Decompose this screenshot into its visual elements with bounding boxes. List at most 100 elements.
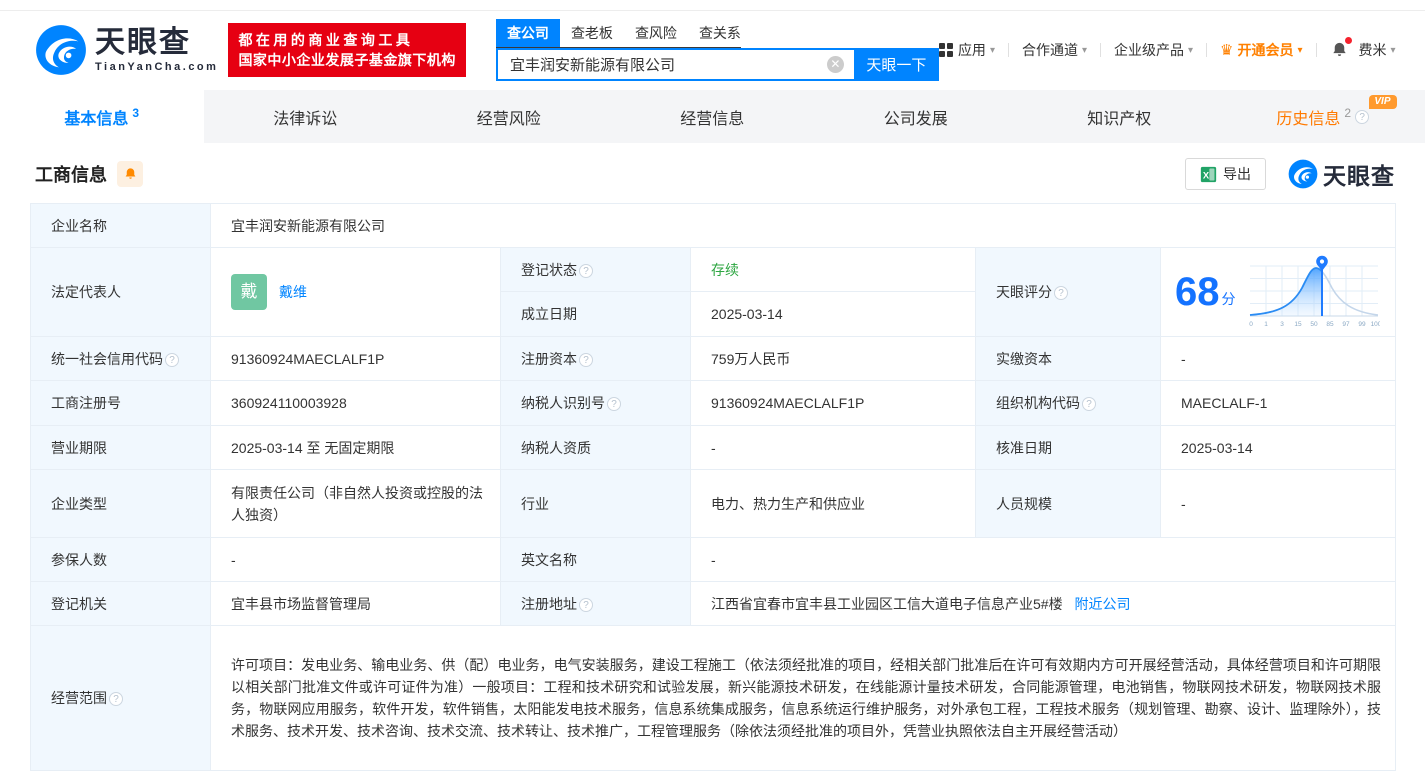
help-icon[interactable]: ? — [579, 597, 593, 612]
help-icon[interactable]: ? — [579, 263, 593, 278]
nav-user-menu[interactable]: 费米 ▾ — [1359, 40, 1396, 60]
score-cell: 68 分 0 1 3 15 50 85 97 99 100 — [1159, 247, 1397, 337]
est-date-value: 2025-03-14 — [690, 291, 976, 337]
crown-icon: ♛ — [1220, 41, 1234, 59]
tianyancha-logo-icon — [36, 25, 86, 75]
nearby-companies-link[interactable]: 附近公司 — [1074, 596, 1130, 612]
reg-status-label: 登记状态? — [500, 247, 691, 292]
help-icon[interactable]: ? — [579, 352, 593, 367]
apps-grid-icon — [938, 43, 953, 57]
top-divider — [0, 10, 1425, 11]
search-tab-boss[interactable]: 查老板 — [560, 19, 624, 47]
svg-text:85: 85 — [1326, 321, 1334, 328]
search-button[interactable]: 天眼一下 — [853, 48, 939, 81]
slogan-line1: 都在用的商业查询工具 — [238, 32, 414, 48]
tab-operation-info[interactable]: 经营信息 — [611, 90, 815, 143]
legal-rep-name-link[interactable]: 戴维 — [279, 281, 307, 303]
reg-number-value: 360924110003928 — [210, 380, 501, 426]
reg-capital-value: 759万人民币 — [690, 336, 976, 381]
tab-operation-risk[interactable]: 经营风险 — [407, 90, 611, 143]
taxpayer-id-label: 纳税人识别号? — [500, 380, 691, 426]
tab-history-info[interactable]: VIP 历史信息 2 ? — [1221, 90, 1425, 143]
tab-company-development[interactable]: 公司发展 — [814, 90, 1018, 143]
business-scope-value: 许可项目：发电业务、输电业务、供（配）电业务，电气安装服务，建设工程施工（依法须… — [209, 625, 1397, 771]
help-icon[interactable]: ? — [109, 692, 123, 706]
help-icon[interactable]: ? — [1355, 109, 1370, 124]
tianyancha-logo[interactable]: 天眼查 TianYanCha.com — [35, 24, 218, 76]
reg-capital-label: 注册资本? — [500, 336, 691, 381]
help-icon[interactable]: ? — [1054, 286, 1068, 300]
nav-divider — [1315, 43, 1317, 57]
help-icon[interactable]: ? — [165, 352, 179, 367]
org-code-value: MAECLALF-1 — [1159, 380, 1397, 426]
tab-basic-info-label: 基本信息 — [64, 110, 129, 128]
nav-enterprise-products[interactable]: 企业级产品 ▾ — [1114, 40, 1193, 60]
svg-text:3: 3 — [1280, 321, 1284, 328]
org-code-label: 组织机构代码? — [975, 380, 1161, 426]
svg-text:99: 99 — [1358, 321, 1366, 328]
business-info-table: 企业名称 宜丰润安新能源有限公司 法定代表人 戴 戴维 登记状态? 存续 天眼评… — [0, 203, 1425, 771]
logo-subtitle: TianYanCha.com — [95, 60, 219, 73]
search-tab-risk[interactable]: 查风险 — [624, 19, 688, 47]
reg-status-value: 存续 — [690, 247, 976, 292]
company-name-value: 宜丰润安新能源有限公司 — [209, 203, 1397, 248]
tab-intellectual-property[interactable]: 知识产权 — [1018, 90, 1222, 143]
nav-enterprise-label: 企业级产品 — [1114, 42, 1184, 58]
address-label: 注册地址? — [500, 581, 691, 626]
est-date-label: 成立日期 — [500, 291, 691, 337]
reg-authority-value: 宜丰县市场监督管理局 — [210, 581, 501, 626]
export-button[interactable]: X 导出 — [1185, 158, 1266, 190]
watermark-text: 天眼查 — [1323, 163, 1395, 189]
nav-open-vip[interactable]: ♛ 开通会员 ▾ — [1220, 40, 1302, 60]
legal-rep-cell: 戴 戴维 — [210, 247, 501, 337]
tianyancha-logo-icon — [1288, 159, 1318, 189]
nav-partner-channel[interactable]: 合作通道 ▾ — [1022, 40, 1087, 60]
legal-rep-avatar[interactable]: 戴 — [231, 274, 267, 310]
top-header: 天眼查 TianYanCha.com 都在用的商业查询工具 国家中小企业发展子基… — [0, 0, 1425, 90]
help-icon[interactable]: ? — [607, 397, 621, 411]
approval-date-label: 核准日期 — [975, 425, 1161, 470]
taxpayer-quality-value: - — [690, 425, 976, 470]
vip-badge: VIP — [1369, 95, 1397, 109]
excel-icon: X — [1200, 166, 1217, 182]
section-title: 工商信息 — [35, 165, 107, 185]
nav-apps-label: 应用 — [957, 42, 986, 58]
tab-legal-litigation[interactable]: 法律诉讼 — [204, 90, 408, 143]
industry-value: 电力、热力生产和供应业 — [690, 469, 976, 538]
taxpayer-id-value: 91360924MAECLALF1P — [690, 380, 976, 426]
nav-apps[interactable]: 应用 ▾ — [938, 40, 995, 60]
search-input[interactable] — [495, 48, 854, 81]
company-type-value: 有限责任公司（非自然人投资或控股的法人独资） — [210, 469, 501, 538]
approval-date-value: 2025-03-14 — [1159, 425, 1397, 470]
taxpayer-quality-label: 纳税人资质 — [500, 425, 691, 470]
credit-code-value: 91360924MAECLALF1P — [210, 336, 501, 381]
username: 费米 — [1358, 42, 1387, 58]
help-icon[interactable]: ? — [1082, 397, 1096, 411]
insured-value: - — [210, 537, 501, 582]
tab-basic-info-count: 3 — [132, 105, 140, 120]
tianyancha-watermark-logo: 天眼查 — [1288, 157, 1395, 191]
search-tab-relation[interactable]: 查关系 — [688, 19, 752, 47]
business-term-label: 营业期限 — [30, 425, 211, 470]
svg-text:0: 0 — [1249, 321, 1253, 328]
svg-text:97: 97 — [1342, 321, 1350, 328]
slogan-line2: 国家中小企业发展子基金旗下机构 — [238, 52, 456, 68]
clear-search-icon[interactable]: ✕ — [826, 56, 844, 73]
svg-text:15: 15 — [1294, 321, 1302, 328]
export-label: 导出 — [1223, 166, 1251, 182]
score-unit: 分 — [1221, 291, 1236, 307]
business-info-header: 工商信息 X 导出 天眼查 — [0, 143, 1425, 203]
nav-divider — [1100, 43, 1101, 57]
english-name-value: - — [689, 537, 1397, 582]
chevron-down-icon: ▾ — [989, 44, 995, 56]
logo-title: 天眼查 — [95, 25, 191, 59]
notification-bell-icon[interactable] — [1330, 37, 1352, 60]
svg-text:1: 1 — [1264, 321, 1268, 328]
chevron-down-icon: ▾ — [1390, 44, 1396, 56]
monitor-bell-icon[interactable] — [117, 161, 143, 187]
search-tab-company[interactable]: 查公司 — [495, 19, 560, 47]
svg-text:100: 100 — [1370, 321, 1379, 328]
tab-history-count: 2 — [1344, 105, 1352, 120]
score-value[interactable]: 68 — [1175, 272, 1220, 312]
tab-basic-info[interactable]: 基本信息 3 — [0, 90, 204, 143]
